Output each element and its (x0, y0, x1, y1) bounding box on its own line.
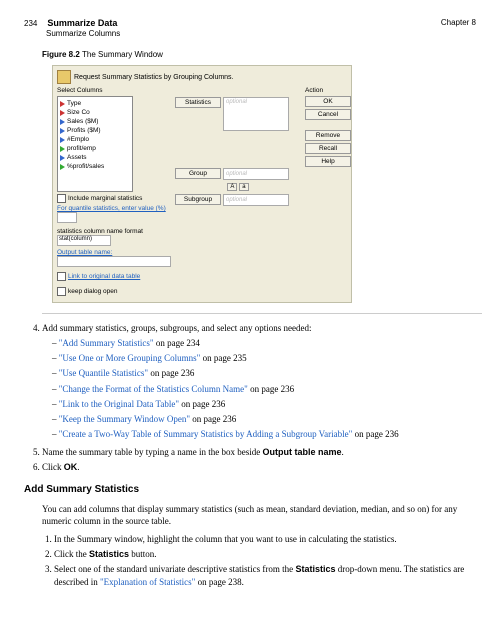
link-add-summary[interactable]: "Add Summary Statistics" (59, 338, 154, 348)
action-label: Action (305, 87, 347, 94)
figure-caption: Figure 8.2 The Summary Window (42, 50, 476, 59)
dialog-title: Request Summary Statistics by Grouping C… (74, 74, 234, 81)
link-quantile[interactable]: "Use Quantile Statistics" (59, 368, 148, 378)
type-icon (60, 110, 65, 116)
link-explanation[interactable]: "Explanation of Statistics" (100, 577, 195, 587)
formula-icon (60, 146, 65, 152)
subgroup-button[interactable]: Subgroup (175, 194, 221, 205)
header-title: Summarize Data (47, 18, 117, 28)
statistics-button[interactable]: Statistics (175, 97, 221, 108)
link-two-way[interactable]: "Create a Two-Way Table of Summary Stati… (59, 429, 353, 439)
keep-open-row[interactable]: keep dialog open (57, 287, 347, 296)
help-button[interactable]: Help (305, 156, 351, 167)
type-icon (60, 101, 65, 107)
columns-listbox[interactable]: Type Size Co Sales ($M) Profits ($M) #Em… (57, 96, 133, 192)
checkbox-icon[interactable] (57, 287, 66, 296)
formula-icon (60, 164, 65, 170)
link-grouping-cols[interactable]: "Use One or More Grouping Columns" (59, 353, 201, 363)
recall-button[interactable]: Recall (305, 143, 351, 154)
output-table-label: Output table name: (57, 249, 171, 256)
summary-window-dialog: Request Summary Statistics by Grouping C… (52, 65, 352, 303)
link-keep-open[interactable]: "Keep the Summary Window Open" (59, 414, 190, 424)
quantile-label: For quantile statistics, enter value (%) (57, 205, 171, 212)
step-4-sublist: "Add Summary Statistics" on page 234 "Us… (52, 337, 476, 440)
step-5: Name the summary table by typing a name … (42, 446, 476, 458)
section-steps: In the Summary window, highlight the col… (42, 533, 476, 588)
checkbox-icon[interactable] (57, 194, 66, 203)
remove-button[interactable]: Remove (305, 130, 351, 141)
link-original-row[interactable]: Link to original data table (57, 272, 171, 281)
sec-step-2: Click the Statistics button. (54, 548, 476, 560)
case-upper-button[interactable]: A (227, 183, 237, 191)
group-target[interactable]: optional (223, 168, 289, 180)
col-format-label: statistics column name format (57, 228, 171, 235)
divider (42, 313, 482, 314)
step-list: Add summary statistics, groups, subgroup… (42, 322, 476, 473)
quantile-input[interactable] (57, 212, 77, 223)
link-col-format[interactable]: "Change the Format of the Statistics Col… (59, 384, 248, 394)
sec-step-3: Select one of the standard univariate de… (54, 563, 476, 587)
page-number: 234 (24, 19, 37, 28)
section-heading: Add Summary Statistics (24, 483, 476, 497)
dialog-icon (57, 70, 71, 84)
checkbox-icon[interactable] (57, 272, 66, 281)
include-marginal-row[interactable]: Include marginal statistics (57, 194, 171, 203)
link-orig-table[interactable]: "Link to the Original Data Table" (59, 399, 179, 409)
chapter-label: Chapter 8 (441, 18, 476, 27)
section-intro: You can add columns that display summary… (42, 503, 476, 527)
subgroup-target[interactable]: optional (223, 194, 289, 206)
page-header: 234 Summarize Data Summarize Columns Cha… (24, 18, 476, 38)
output-table-input[interactable] (57, 256, 171, 267)
ok-button[interactable]: OK (305, 96, 351, 107)
step-4: Add summary statistics, groups, subgroup… (42, 322, 476, 440)
header-subtitle: Summarize Columns (46, 29, 120, 38)
col-format-dropdown[interactable]: stat(column) (57, 235, 111, 246)
sec-step-1: In the Summary window, highlight the col… (54, 533, 476, 545)
select-columns-label: Select Columns (57, 87, 171, 94)
numeric-icon (60, 137, 65, 143)
statistics-target[interactable]: optional (223, 97, 289, 131)
step-6: Click OK. (42, 461, 476, 473)
case-lower-button[interactable]: a (239, 183, 248, 191)
numeric-icon (60, 155, 65, 161)
numeric-icon (60, 128, 65, 134)
numeric-icon (60, 119, 65, 125)
group-button[interactable]: Group (175, 168, 221, 179)
cancel-button[interactable]: Cancel (305, 109, 351, 120)
